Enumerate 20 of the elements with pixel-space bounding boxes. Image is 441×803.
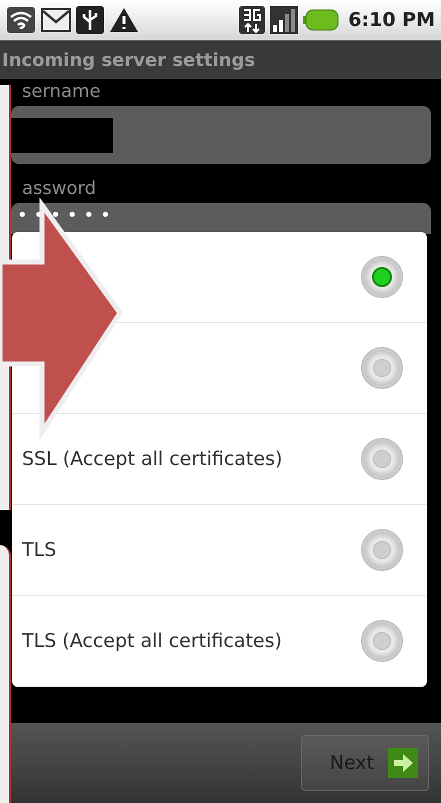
mail-icon	[41, 8, 71, 32]
radio-button[interactable]	[361, 256, 403, 298]
signal-icon	[270, 6, 298, 34]
battery-icon	[303, 9, 340, 31]
radio-button[interactable]	[361, 347, 403, 389]
field-label: sername	[22, 81, 101, 103]
3g-data-icon	[239, 6, 266, 34]
window-title: Incoming server settings	[0, 40, 441, 79]
option-label[interactable]: SSL (Accept all certificates)	[22, 448, 361, 470]
radio-button[interactable]	[361, 438, 403, 480]
radio-button[interactable]	[361, 529, 403, 571]
status-time: 6:10 PM	[348, 9, 435, 31]
option-label[interactable]: TLS (Accept all certificates)	[22, 630, 361, 652]
input-field[interactable]	[11, 106, 431, 164]
usb-icon	[76, 6, 104, 34]
field-label: assword	[22, 178, 96, 200]
wifi-question-icon	[6, 6, 36, 34]
radio-button[interactable]	[361, 620, 403, 662]
warning-icon	[109, 7, 139, 33]
option-label[interactable]: TLS	[22, 539, 361, 561]
